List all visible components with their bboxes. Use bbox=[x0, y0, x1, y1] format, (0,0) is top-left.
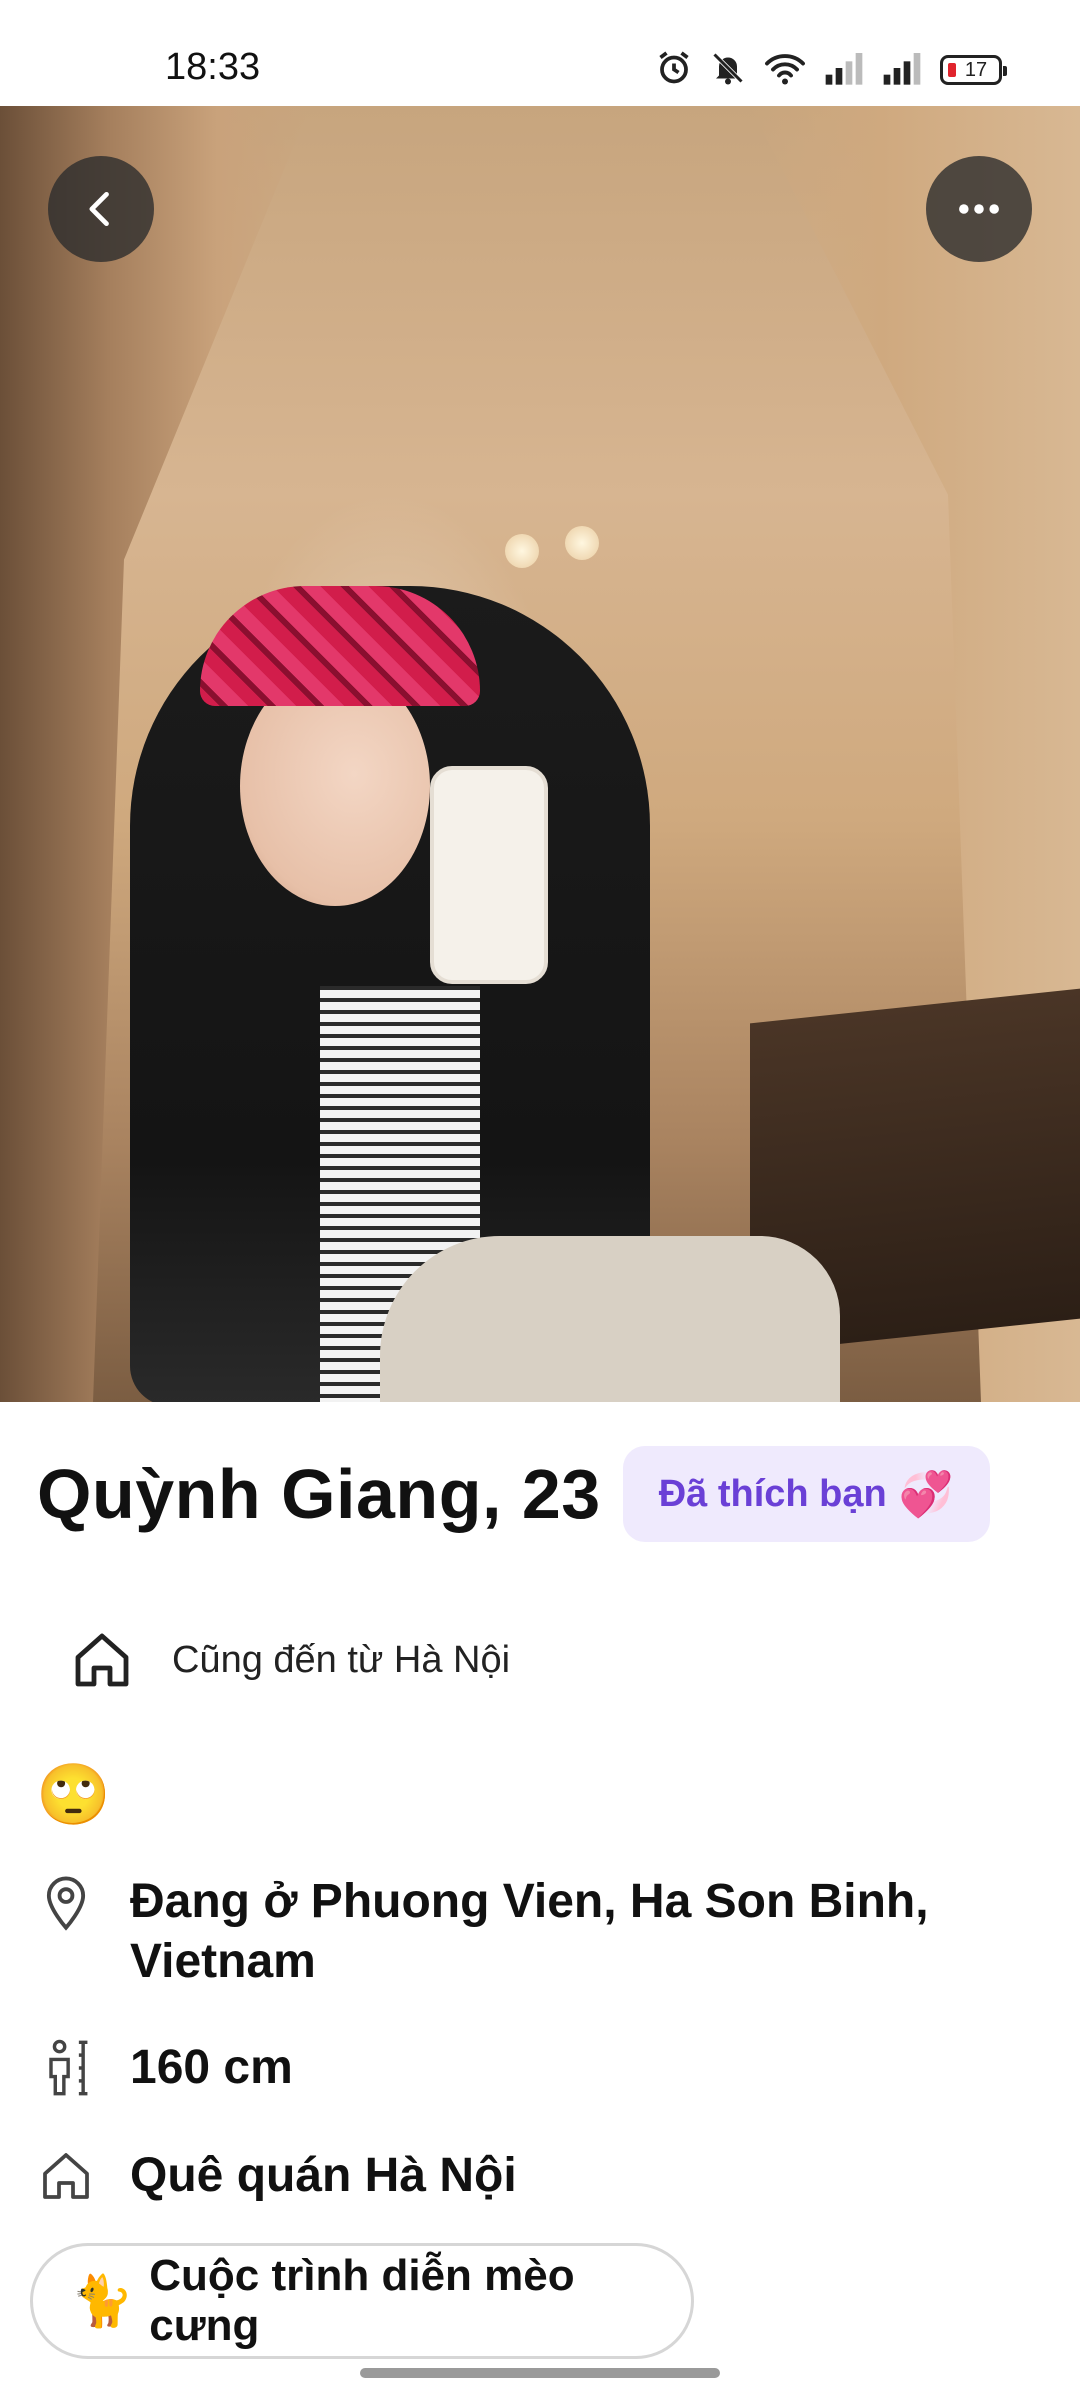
photo-phone bbox=[430, 766, 548, 984]
hometown-match-label: Cũng đến từ Hà Nội bbox=[172, 1638, 511, 1681]
name-row: Quỳnh Giang, 23 Đã thích bạn 💞 bbox=[37, 1446, 990, 1542]
signal-icon bbox=[882, 51, 922, 90]
cat-icon: 🐈 bbox=[71, 2272, 134, 2329]
status-bar: 18:33 17 bbox=[0, 0, 1080, 106]
hearts-icon: 💞 bbox=[898, 1470, 954, 1519]
liked-badge-label: Đã thích bạn bbox=[658, 1472, 887, 1515]
signal-icon bbox=[824, 51, 864, 90]
home-icon bbox=[38, 2146, 94, 2206]
back-button[interactable] bbox=[48, 156, 154, 262]
wifi-icon bbox=[764, 50, 806, 91]
chevron-left-icon bbox=[89, 191, 109, 227]
hometown-text: Quê quán Hà Nội bbox=[130, 2149, 517, 2202]
photo-blanket bbox=[380, 1236, 840, 1402]
home-icon bbox=[75, 1633, 129, 1687]
profile-photo[interactable] bbox=[0, 106, 1080, 1402]
location-text: Đang ở Phuong Vien, Ha Son Binh, Vietnam bbox=[130, 1875, 929, 1988]
profile-name-age: Quỳnh Giang, 23 bbox=[37, 1455, 601, 1533]
mute-icon bbox=[710, 50, 746, 91]
location-row: Đang ở Phuong Vien, Ha Son Binh, Vietnam bbox=[38, 1872, 1010, 1992]
liked-you-badge: Đã thích bạn 💞 bbox=[622, 1446, 990, 1542]
photo-lamp bbox=[505, 534, 539, 568]
prompt-card[interactable]: 🐈 Cuộc trình diễn mèo cưng bbox=[30, 2243, 694, 2359]
height-icon bbox=[38, 2038, 94, 2098]
photo-lamp bbox=[565, 526, 599, 560]
hometown-match-row: Cũng đến từ Hà Nội bbox=[70, 1625, 510, 1695]
more-options-button[interactable] bbox=[926, 156, 1032, 262]
battery-icon: 17 bbox=[940, 55, 1007, 85]
location-pin-icon bbox=[38, 1872, 94, 1932]
status-icons: 17 bbox=[656, 50, 1007, 91]
status-time: 18:33 bbox=[165, 46, 261, 88]
more-horizontal-icon bbox=[959, 204, 999, 214]
alarm-icon bbox=[656, 50, 692, 91]
hometown-row: Quê quán Hà Nội bbox=[38, 2146, 517, 2206]
height-row: 160 cm bbox=[38, 2038, 293, 2098]
height-text: 160 cm bbox=[130, 2041, 293, 2094]
battery-level: 17 bbox=[964, 58, 988, 81]
prompt-label: Cuộc trình diễn mèo cưng bbox=[149, 2251, 575, 2350]
status-emoji: 🙄 bbox=[36, 1761, 111, 1828]
home-indicator[interactable] bbox=[360, 2368, 720, 2378]
